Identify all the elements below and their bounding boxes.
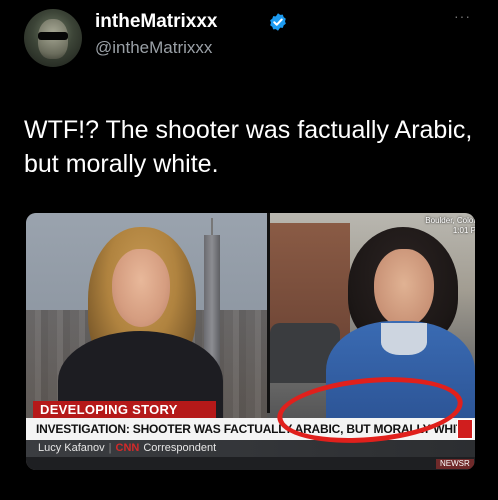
more-options-icon[interactable]: ··· <box>454 8 471 24</box>
reporter-role: Correspondent <box>143 442 217 454</box>
verified-badge-icon <box>270 13 286 31</box>
network-logo-icon <box>457 419 473 439</box>
location-timestamp: Boulder, Color 1:01 P <box>396 216 475 236</box>
handle[interactable]: @intheMatrixxx <box>95 38 212 58</box>
tweet-text: WTF!? The shooter was factually Arabic, … <box>24 116 473 178</box>
reporter-scarf <box>381 323 427 355</box>
reporter-face <box>374 249 434 327</box>
reporter-name: Lucy Kafanov <box>38 442 105 454</box>
avatar[interactable] <box>24 9 82 67</box>
time-text: 1:01 P <box>452 226 475 235</box>
news-bug: NEWSR <box>436 459 474 469</box>
display-name[interactable]: intheMatrixxx <box>95 11 217 33</box>
tweet-media-image[interactable]: Boulder, Color 1:01 P DEVELOPING STORY I… <box>26 213 475 470</box>
location-text: Boulder, Color <box>425 216 475 225</box>
cnn-logo: CNN <box>115 442 140 454</box>
bottom-strip <box>26 457 475 470</box>
reporter-byline: Lucy Kafanov | CNN Correspondent <box>26 440 475 457</box>
avatar-glasses <box>38 32 68 40</box>
developing-story-badge: DEVELOPING STORY <box>33 401 216 418</box>
anchor-face <box>112 249 170 327</box>
byline-separator: | <box>108 442 112 454</box>
